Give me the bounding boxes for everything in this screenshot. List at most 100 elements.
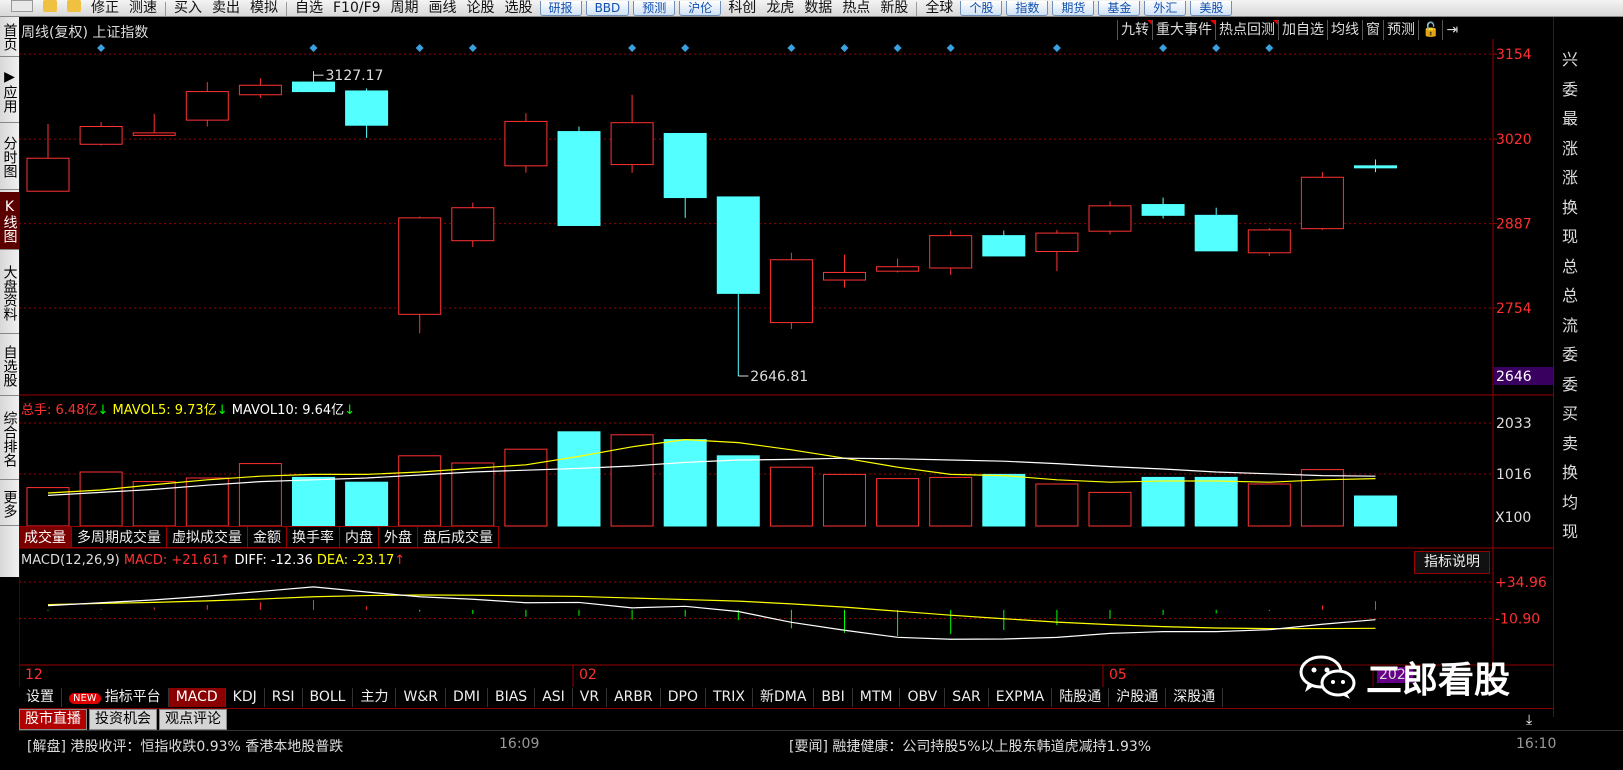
indicator-tab-22[interactable]: 沪股通 xyxy=(1109,688,1167,707)
left-tab-7[interactable]: 更多 xyxy=(0,482,19,526)
left-tab-5[interactable]: 自选股 xyxy=(0,336,19,396)
indicator-tab-13[interactable]: DPO xyxy=(661,688,706,707)
indicator-tab-8[interactable]: DMI xyxy=(446,688,488,707)
indicator-tab-16[interactable]: BBI xyxy=(814,688,853,707)
indicator-tab-4[interactable]: RSI xyxy=(265,688,303,707)
toolbar-27[interactable]: 指数 xyxy=(1006,1,1049,16)
toolbar-6[interactable]: 卖出 xyxy=(207,1,245,16)
news-tab-0[interactable]: 股市直播 xyxy=(19,709,87,730)
indicator-tab-label: BIAS xyxy=(494,689,528,705)
news-tab-2[interactable]: 观点评论 xyxy=(159,709,227,730)
toolbar-20[interactable]: 龙虎 xyxy=(761,1,799,16)
volume-tab-2[interactable]: 虚拟成交量 xyxy=(167,526,248,548)
toolbar-14[interactable]: 选股 xyxy=(500,1,538,16)
left-tab-2[interactable]: 分时图 xyxy=(0,125,19,190)
toolbar-9[interactable]: 自选 xyxy=(290,1,328,16)
toolbar-21[interactable]: 数据 xyxy=(799,1,837,16)
k-button-6[interactable]: 预测 xyxy=(1383,20,1418,40)
volume-bar xyxy=(1354,495,1397,527)
toolbar-3[interactable]: 测速 xyxy=(124,1,162,16)
toolbar-15[interactable]: 研报 xyxy=(539,1,582,16)
indicator-tab-17[interactable]: MTM xyxy=(853,688,901,707)
toolbar-29[interactable]: 基金 xyxy=(1098,1,1141,16)
toolbar-18[interactable]: 沪伦 xyxy=(679,1,722,16)
ticker-item[interactable]: [要闻] 融捷健康：公司持股5%以上股东韩道虎减持1.93% xyxy=(789,736,1151,756)
left-tab-1[interactable]: ▶应用 xyxy=(0,59,19,123)
k-button-1[interactable]: 重大事件 xyxy=(1152,20,1215,40)
volume-tab-7[interactable]: 盘后成交量 xyxy=(418,526,499,548)
app-icon[interactable] xyxy=(6,0,38,16)
indicator-tab-15[interactable]: 新DMA xyxy=(753,688,815,707)
k-button-8[interactable]: ⇥ xyxy=(1442,20,1461,40)
indicator-tab-12[interactable]: ARBR xyxy=(607,688,661,707)
toolbar-icon[interactable] xyxy=(62,0,86,16)
toolbar-12[interactable]: 画线 xyxy=(424,1,462,16)
indicator-tab-1[interactable]: NEW 指标平台 xyxy=(62,688,169,707)
toolbar-17[interactable]: 预测 xyxy=(633,1,676,16)
right-panel-label: 涨 xyxy=(1562,168,1579,187)
k-button-0[interactable]: 九转 xyxy=(1117,20,1152,40)
toolbar-icon[interactable] xyxy=(38,0,62,16)
left-tab-0[interactable]: 首页 xyxy=(0,17,19,57)
indicator-tab-19[interactable]: SAR xyxy=(945,688,989,707)
left-tab-3[interactable]: K线图 xyxy=(0,192,19,250)
volume-tab-6[interactable]: 外盘 xyxy=(379,526,418,548)
toolbar-31[interactable]: 美股 xyxy=(1190,1,1233,16)
toolbar-23[interactable]: 新股 xyxy=(875,1,913,16)
toolbar-11[interactable]: 周期 xyxy=(386,1,424,16)
toolbar-2[interactable]: 修正 xyxy=(86,1,124,16)
toolbar-26[interactable]: 个股 xyxy=(960,1,1003,16)
k-button-3[interactable]: 加自选 xyxy=(1278,20,1327,40)
volume-tab-5[interactable]: 内盘 xyxy=(340,526,379,548)
indicator-tab-5[interactable]: BOLL xyxy=(303,688,354,707)
volume-tab-3[interactable]: 金额 xyxy=(248,526,287,548)
diff-label: DIFF: xyxy=(234,553,267,568)
indicator-tab-10[interactable]: ASI xyxy=(535,688,573,707)
indicator-tab-23[interactable]: 深股通 xyxy=(1166,688,1224,707)
volume-tab-0[interactable]: 成交量 xyxy=(19,526,72,548)
indicator-tab-18[interactable]: OBV xyxy=(900,688,946,707)
k-button-7[interactable]: 🔓 xyxy=(1418,20,1442,40)
candle xyxy=(238,84,282,96)
indicator-tab-label: MTM xyxy=(859,689,893,705)
download-icon[interactable]: ⤓ xyxy=(1526,712,1532,728)
toolbar-22[interactable]: 热点 xyxy=(837,1,875,16)
news-ticker: [解盘] 港股收评：恒指收跌0.93% 香港本地股普跌 16:09 [要闻] 融捷健… xyxy=(19,730,1623,770)
right-panel-label: 流 xyxy=(1562,315,1579,335)
toolbar-19[interactable]: 科创 xyxy=(723,1,761,16)
indicator-explain-button[interactable]: 指标说明 xyxy=(1414,551,1490,574)
left-tab-6[interactable]: 综合排名 xyxy=(0,398,19,480)
indicator-tab-20[interactable]: EXPMA xyxy=(989,688,1053,707)
indicator-tab-21[interactable]: 陆股通 xyxy=(1052,688,1110,707)
toolbar-5[interactable]: 买入 xyxy=(169,1,207,16)
indicator-tab-7[interactable]: W&R xyxy=(396,688,446,707)
ticker-time: 16:10 xyxy=(1516,736,1557,752)
toolbar-13[interactable]: 论股 xyxy=(462,1,500,16)
volume-tab-4[interactable]: 换手率 xyxy=(287,526,340,548)
indicator-tab-0[interactable]: 设置 xyxy=(19,688,62,707)
indicator-tab-2[interactable]: MACD xyxy=(168,688,226,707)
macd-legend: MACD(12,26,9) MACD: +21.61↑ DIFF: -12.36… xyxy=(21,553,405,568)
indicator-tab-14[interactable]: TRIX xyxy=(706,688,753,707)
ticker-item[interactable]: [解盘] 港股收评：恒指收跌0.93% 香港本地股普跌 xyxy=(27,736,343,756)
left-tab-4[interactable]: 大盘资料 xyxy=(0,252,19,334)
indicator-tab-9[interactable]: BIAS xyxy=(488,688,536,707)
indicator-tab-3[interactable]: KDJ xyxy=(226,688,265,707)
k-button-4[interactable]: 均线 xyxy=(1327,20,1362,40)
k-button-2[interactable]: 热点回测 xyxy=(1215,20,1278,40)
volume-tab-1[interactable]: 多周期成交量 xyxy=(72,526,167,548)
candle xyxy=(1141,204,1185,216)
signal-diamond-icon xyxy=(1265,44,1274,52)
toolbar-25[interactable]: 全球 xyxy=(920,1,958,16)
indicator-tab-11[interactable]: VR xyxy=(573,688,608,707)
volume-bar xyxy=(982,473,1026,527)
news-tab-1[interactable]: 投资机会 xyxy=(89,709,157,730)
toolbar-10[interactable]: F10/F9 xyxy=(328,1,386,16)
toolbar-7[interactable]: 模拟 xyxy=(245,1,283,16)
toolbar-30[interactable]: 外汇 xyxy=(1144,1,1187,16)
price-tick-label: 3154 xyxy=(1496,47,1532,63)
toolbar-28[interactable]: 期货 xyxy=(1052,1,1095,16)
toolbar-16[interactable]: BBD xyxy=(585,1,630,16)
k-button-5[interactable]: 窗 xyxy=(1362,20,1383,40)
indicator-tab-6[interactable]: 主力 xyxy=(353,688,397,707)
